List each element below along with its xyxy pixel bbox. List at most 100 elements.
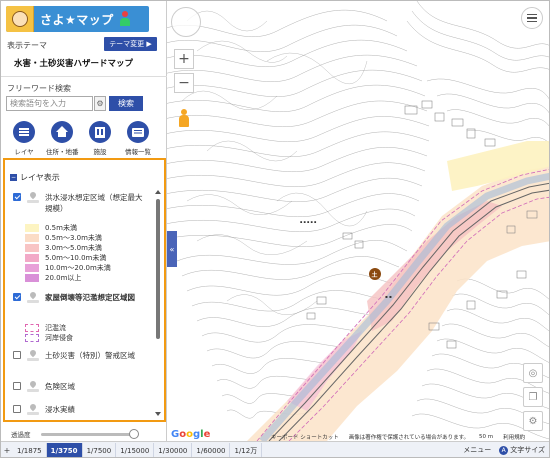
layer-panel: − レイヤ表示 洪水浸水想定区域（想定最大規模） 0.5m未満 0.5m〜3.0…	[3, 158, 166, 422]
layer-row[interactable]: 家屋倒壊等氾濫想定区域図	[13, 292, 145, 304]
layer-row[interactable]: 土砂災害（特別）警戒区域	[13, 350, 145, 362]
app-logo[interactable]: さよ★マップ	[6, 6, 149, 32]
layer-name: 危険区域	[45, 382, 75, 391]
zoom-out-button[interactable]: −	[174, 73, 194, 93]
scroll-up-icon[interactable]	[155, 190, 161, 194]
layer-checkbox[interactable]	[13, 382, 21, 390]
layer-name: 洪水浸水想定区域（想定最大規模）	[45, 193, 143, 213]
legend-item: 氾濫流	[25, 323, 73, 333]
scale-option[interactable]: 1/7500	[83, 442, 117, 457]
house-icon	[56, 126, 68, 137]
layer-pin-icon[interactable]	[27, 292, 39, 304]
scroll-thumb[interactable]	[156, 199, 160, 339]
sidebar: さよ★マップ 表示テーマ テーマ変更 ▶ 水害・土砂災害ハザードマップ フリーワ…	[1, 1, 167, 441]
text-size-button[interactable]: A 文字サイズ	[499, 445, 545, 455]
settings-gear-icon[interactable]: ⚙	[523, 411, 543, 431]
logo-text: さよ★マップ	[40, 12, 114, 27]
streetview-pegman-icon[interactable]	[178, 109, 190, 129]
layer-pin-icon[interactable]	[27, 404, 39, 416]
layer-checkbox[interactable]	[13, 293, 21, 301]
theme-label: 表示テーマ	[7, 41, 47, 50]
nav-info-list[interactable]: 情報一覧	[122, 121, 154, 156]
compass-control[interactable]	[171, 7, 201, 37]
layer-row[interactable]: 洪水浸水想定区域（想定最大規模）	[13, 192, 145, 214]
layer-checkbox[interactable]	[13, 193, 21, 201]
legend-item: 0.5m未満	[25, 223, 111, 233]
map-attribution: キーボード ショートカット 画像は著作権で保護されている場合があります。 50 …	[271, 432, 549, 441]
add-scale-icon[interactable]: +	[1, 446, 13, 455]
legend-item: 河岸侵食	[25, 333, 73, 343]
theme-name: 水害・土砂災害ハザードマップ	[14, 59, 134, 69]
legend-item: 3.0m〜5.0m未満	[25, 243, 111, 253]
nav-layer-label: レイヤ	[14, 148, 34, 156]
map-canvas[interactable]: ▪ ▪ ▪ ▪ ▪ ▪ ▪ 土	[167, 1, 549, 441]
map-menu-button[interactable]	[521, 7, 543, 29]
layer-row[interactable]: 浸水実績	[13, 404, 145, 416]
scale-option[interactable]: 1/15000	[116, 442, 155, 457]
layer-name: 家屋倒壊等氾濫想定区域図	[45, 293, 135, 302]
building-icon	[95, 126, 105, 138]
search-input[interactable]: 検索語句を入力	[6, 96, 93, 111]
keyboard-shortcut-link[interactable]: キーボード ショートカット	[271, 433, 339, 441]
locate-icon[interactable]: ◎	[523, 363, 543, 383]
bottom-right-controls: メニュー A 文字サイズ	[463, 445, 545, 455]
scale-option[interactable]: 1/30000	[154, 442, 193, 457]
nav-layer[interactable]: レイヤ	[8, 121, 40, 156]
topographic-map: ▪ ▪ ▪ ▪ ▪ ▪ ▪ 土	[167, 1, 549, 441]
layer-name: 浸水実績	[45, 405, 75, 414]
mascot-icon	[6, 6, 34, 32]
layer-pin-icon[interactable]	[27, 192, 39, 204]
scale-indicator: 50 m	[479, 433, 494, 440]
layer-row[interactable]: 危険区域	[13, 381, 145, 393]
search-settings-icon[interactable]: ⚙	[94, 96, 106, 111]
text-size-icon: A	[499, 446, 509, 455]
zoom-in-button[interactable]: +	[174, 49, 194, 69]
bottom-menu-link[interactable]: メニュー	[463, 445, 491, 455]
nav-address-label: 住所・地番	[46, 148, 79, 156]
nav-address[interactable]: 住所・地番	[46, 121, 79, 156]
scale-option-active[interactable]: 1/3750	[46, 442, 83, 457]
google-logo: Google	[171, 429, 211, 440]
scroll-down-icon[interactable]	[155, 412, 161, 416]
nav-facility-label: 施設	[93, 148, 107, 156]
terms-link[interactable]: 利用規約	[503, 433, 525, 441]
flood-depth-legend: 0.5m未満 0.5m〜3.0m未満 3.0m〜5.0m未満 5.0m〜10.0…	[25, 223, 111, 283]
legend-item: 5.0m〜10.0m未満	[25, 253, 111, 263]
search-button[interactable]: 検索	[109, 96, 143, 111]
layer-pin-icon[interactable]	[27, 350, 39, 362]
legend-item: 10.0m〜20.0m未満	[25, 263, 111, 273]
layer-checkbox[interactable]	[13, 351, 21, 359]
scale-option[interactable]: 1/12万	[230, 442, 263, 457]
app-window: ▪ ▪ ▪ ▪ ▪ ▪ ▪ 土 « + − ◎ ❐ ⚙ Google キーボード…	[0, 0, 550, 458]
opacity-slider[interactable]	[41, 433, 136, 436]
scale-option[interactable]: 1/60000	[192, 442, 231, 457]
nav-facility[interactable]: 施設	[84, 121, 116, 156]
layer-panel-title-text: レイヤ表示	[20, 173, 60, 182]
legend-item: 20.0m以上	[25, 273, 111, 283]
svg-text:▪ ▪: ▪ ▪	[385, 294, 392, 299]
house-collapse-legend: 氾濫流 河岸侵食	[25, 323, 73, 343]
divider	[1, 76, 167, 77]
document-icon	[132, 127, 144, 137]
list-icon	[19, 128, 29, 136]
layer-name: 土砂災害（特別）警戒区域	[45, 351, 135, 360]
person-icon	[119, 11, 130, 27]
layer-pin-icon[interactable]	[27, 381, 39, 393]
opacity-label: 透過度	[11, 431, 31, 439]
scale-option[interactable]: 1/1875	[13, 442, 47, 457]
layer-panel-title[interactable]: − レイヤ表示	[10, 172, 60, 183]
freeword-label: フリーワード検索	[7, 84, 71, 93]
layers-toggle-icon[interactable]: ❐	[523, 387, 543, 407]
copyright-text: 画像は著作権で保護されている場合があります。	[348, 434, 470, 441]
public-office-marker[interactable]: 土	[372, 271, 378, 279]
collapse-icon[interactable]: −	[10, 174, 17, 181]
svg-text:▪ ▪ ▪ ▪ ▪: ▪ ▪ ▪ ▪ ▪	[300, 220, 317, 224]
legend-item: 0.5m〜3.0m未満	[25, 233, 111, 243]
nav-info-list-label: 情報一覧	[125, 148, 151, 156]
theme-change-button[interactable]: テーマ変更 ▶	[104, 37, 157, 51]
opacity-slider-knob[interactable]	[129, 429, 139, 439]
layer-checkbox[interactable]	[13, 405, 21, 413]
collapse-sidebar-tab[interactable]: «	[167, 231, 177, 267]
scale-bar: + 1/1875 1/3750 1/7500 1/15000 1/30000 1…	[1, 441, 549, 457]
layer-scrollbar[interactable]	[155, 190, 161, 416]
